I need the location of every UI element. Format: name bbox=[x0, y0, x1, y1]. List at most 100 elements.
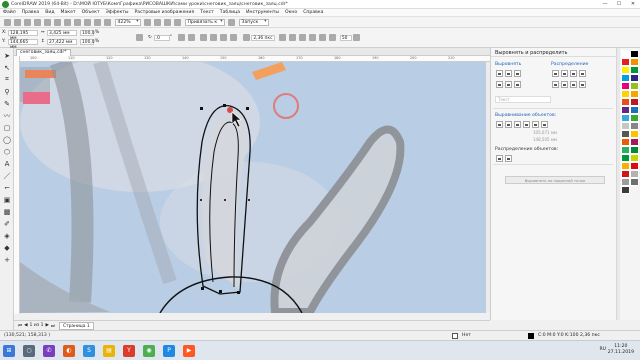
color-swatch[interactable] bbox=[630, 162, 639, 170]
selection-node[interactable] bbox=[237, 291, 240, 294]
interactive-fill-icon[interactable]: ◈ bbox=[2, 231, 12, 240]
color-swatch[interactable] bbox=[630, 146, 639, 154]
align-to-grid-icon[interactable] bbox=[532, 121, 539, 128]
maximize-button[interactable]: ☐ bbox=[612, 0, 626, 9]
mirror-horizontal-icon[interactable] bbox=[177, 34, 185, 41]
color-swatch[interactable] bbox=[621, 90, 630, 98]
language-indicator[interactable]: RU bbox=[599, 347, 606, 352]
pick-tool-icon[interactable]: ➤ bbox=[2, 51, 12, 60]
new-document-icon[interactable] bbox=[4, 18, 11, 26]
outline-width-field[interactable]: 2,36 пкс bbox=[251, 34, 276, 41]
shape-tool-icon[interactable]: ↖ bbox=[2, 63, 12, 72]
selection-node[interactable] bbox=[201, 287, 204, 290]
menu-help[interactable]: Справка bbox=[300, 9, 326, 17]
selection-node[interactable] bbox=[246, 107, 249, 110]
first-page-icon[interactable]: ⏮ bbox=[18, 323, 22, 329]
last-page-icon[interactable]: ⏭ bbox=[51, 323, 55, 329]
color-swatch[interactable] bbox=[621, 106, 630, 114]
color-swatch[interactable] bbox=[630, 170, 639, 178]
yandex-browser-icon[interactable]: Y bbox=[123, 344, 135, 357]
color-swatch[interactable] bbox=[630, 90, 639, 98]
align-to-active-icon[interactable] bbox=[496, 121, 503, 128]
color-swatch[interactable] bbox=[630, 130, 639, 138]
menu-file[interactable]: Файл bbox=[0, 9, 19, 17]
viber-icon[interactable]: ✆ bbox=[43, 344, 55, 357]
width-field[interactable]: 3,425 мм bbox=[47, 30, 77, 36]
rotation-field[interactable]: .0 bbox=[153, 34, 170, 41]
launch-select[interactable]: Запуск bbox=[238, 18, 269, 26]
height-field[interactable]: 27,422 мм bbox=[47, 39, 77, 45]
add-tool-icon[interactable]: + bbox=[2, 255, 12, 264]
distribute-top-icon[interactable] bbox=[552, 81, 559, 88]
align-top-icon[interactable] bbox=[496, 81, 503, 88]
distribute-vspacing-icon[interactable] bbox=[579, 81, 586, 88]
ellipse-tool-icon[interactable]: ◯ bbox=[2, 135, 12, 144]
y-position-field[interactable]: 144,665 мм bbox=[8, 39, 38, 50]
color-swatch[interactable] bbox=[621, 122, 630, 130]
wrap-text-icon[interactable] bbox=[289, 34, 297, 41]
cloud-icon[interactable] bbox=[34, 18, 41, 26]
menu-edit[interactable]: Правка bbox=[19, 9, 42, 17]
close-button[interactable]: ✕ bbox=[626, 0, 640, 9]
menu-effects[interactable]: Эффекты bbox=[103, 9, 132, 17]
line-style-icon[interactable] bbox=[210, 34, 218, 41]
page-tab[interactable]: Страница 1 bbox=[58, 321, 94, 330]
x-position-field[interactable]: 128,195 мм bbox=[8, 30, 38, 41]
windows-start-icon[interactable]: ⊞ bbox=[3, 344, 15, 357]
system-clock[interactable]: 11:20 27.11.2019 bbox=[608, 344, 634, 356]
text-align-field[interactable]: Текст bbox=[495, 96, 551, 103]
distribute-left-icon[interactable] bbox=[552, 70, 559, 77]
scale-x-field[interactable]: 100,0 bbox=[80, 30, 95, 36]
color-swatch[interactable] bbox=[630, 82, 639, 90]
photoshop-icon[interactable]: P bbox=[163, 344, 175, 357]
color-swatch[interactable] bbox=[630, 122, 639, 130]
smoothing-field[interactable]: 50 bbox=[339, 34, 352, 41]
selection-node[interactable] bbox=[223, 104, 226, 107]
coreldraw-taskbar-icon[interactable]: ◉ bbox=[143, 344, 155, 357]
search-taskbar-icon[interactable]: ○ bbox=[23, 344, 35, 357]
distribute-center-icon[interactable] bbox=[561, 70, 568, 77]
menu-bitmaps[interactable]: Растровые изображения bbox=[132, 9, 198, 17]
selection-handle[interactable] bbox=[200, 199, 202, 201]
minimize-button[interactable]: — bbox=[598, 0, 612, 9]
color-swatch[interactable] bbox=[630, 154, 639, 162]
color-swatch[interactable] bbox=[630, 66, 639, 74]
color-swatch[interactable] bbox=[630, 74, 639, 82]
color-swatch[interactable] bbox=[621, 66, 630, 74]
settings-gear-icon[interactable] bbox=[228, 18, 235, 26]
align-to-point-icon[interactable] bbox=[541, 121, 548, 128]
save-icon[interactable] bbox=[24, 18, 31, 26]
arrow-end-icon[interactable] bbox=[230, 34, 238, 41]
freehand-tool-icon[interactable]: ✎ bbox=[2, 99, 12, 108]
rectangle-tool-icon[interactable]: ▢ bbox=[2, 123, 12, 132]
explorer-icon[interactable]: ▤ bbox=[103, 344, 115, 357]
color-swatch[interactable] bbox=[630, 178, 639, 186]
lock-ratio-icon[interactable] bbox=[135, 34, 143, 41]
prev-page-icon[interactable]: ◀ bbox=[24, 323, 27, 328]
align-to-point-button[interactable]: Выровнять по заданной точке bbox=[505, 176, 605, 184]
document-tab[interactable]: снеговик_заяц.cdr* bbox=[16, 49, 71, 56]
connector-tool-icon[interactable]: ⌐ bbox=[2, 183, 12, 192]
redo-icon[interactable] bbox=[64, 18, 71, 26]
color-swatch[interactable] bbox=[621, 98, 630, 106]
color-swatch[interactable] bbox=[621, 82, 630, 90]
menu-text[interactable]: Текст bbox=[197, 9, 217, 17]
align-center-v-icon[interactable] bbox=[505, 81, 512, 88]
align-to-page-edge-icon[interactable] bbox=[514, 121, 521, 128]
zoom-tool-icon[interactable]: ⚲ bbox=[2, 87, 12, 96]
smart-fill-icon[interactable]: ◆ bbox=[2, 243, 12, 252]
menu-tools[interactable]: Инструменты bbox=[243, 9, 282, 17]
selection-center[interactable] bbox=[224, 199, 226, 201]
color-swatch[interactable] bbox=[621, 58, 630, 66]
color-swatch[interactable] bbox=[621, 130, 630, 138]
selection-node[interactable] bbox=[200, 107, 203, 110]
transparency-tool-icon[interactable]: ▩ bbox=[2, 207, 12, 216]
selection-handle[interactable] bbox=[248, 199, 250, 201]
snap-to-select[interactable]: Привязать к bbox=[184, 18, 225, 26]
skype-icon[interactable]: S bbox=[83, 344, 95, 357]
close-curve-icon[interactable] bbox=[279, 34, 287, 41]
color-swatch[interactable] bbox=[621, 170, 630, 178]
selection-node[interactable] bbox=[219, 290, 222, 293]
distribute-right-icon[interactable] bbox=[570, 70, 577, 77]
color-swatch[interactable] bbox=[630, 50, 639, 58]
